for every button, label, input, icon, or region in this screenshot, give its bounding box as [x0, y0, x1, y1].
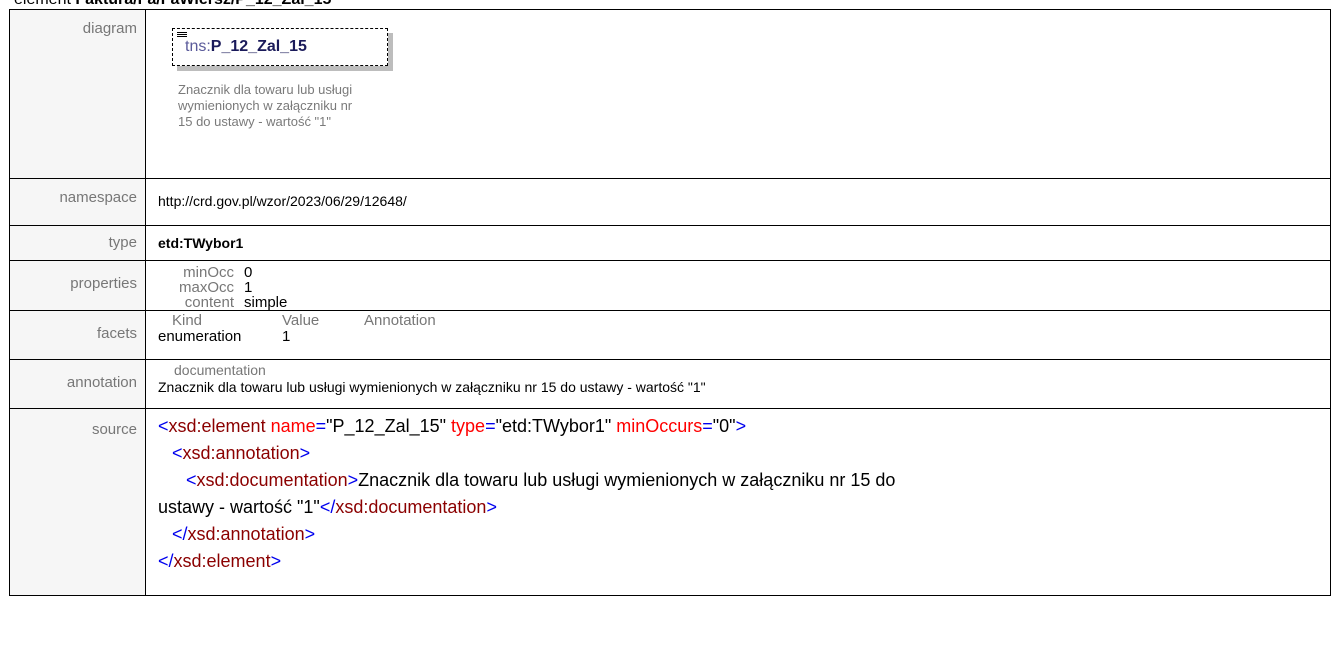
source-code: <xsd:element name="P_12_Zal_15" type="et… — [158, 409, 1330, 575]
type-value[interactable]: etd:TWybor1 — [158, 226, 1330, 251]
source-line: </xsd:element> — [158, 551, 282, 571]
row-properties: properties minOcc 0 maxOcc 1 content sim… — [9, 260, 1331, 311]
row-diagram: diagram tns:P_12_Zal_15 Znacznik dla tow… — [9, 9, 1331, 179]
row-facets: facets Kind Value Annotation enumeration 1 — [9, 310, 1331, 360]
source-line: <xsd:documentation>Znacznik dla towaru l… — [186, 470, 896, 490]
page-title: element Faktura/Fa/FaWiersz/P_12_Zal_15 — [14, 0, 331, 9]
source-line: </xsd:annotation> — [172, 524, 316, 544]
facets-row: enumeration 1 — [158, 329, 1330, 345]
label-facets: facets — [9, 310, 146, 360]
prop-max-value: 1 — [244, 279, 253, 296]
source-line: ustawy - wartość "1"</xsd:documentation> — [158, 497, 497, 517]
diagram-area: tns:P_12_Zal_15 Znacznik dla towaru lub … — [158, 10, 1330, 178]
row-annotation: annotation documentation Znacznik dla to… — [9, 359, 1331, 409]
source-line: <xsd:annotation> — [172, 443, 311, 463]
prop-content-label: content — [184, 294, 234, 311]
element-doc-table: diagram tns:P_12_Zal_15 Znacznik dla tow… — [9, 9, 1331, 596]
row-type: type etd:TWybor1 — [9, 225, 1331, 261]
facets-table: Kind Value Annotation enumeration 1 — [158, 311, 1330, 345]
element-box[interactable]: tns:P_12_Zal_15 — [172, 28, 388, 66]
label-properties: properties — [9, 260, 146, 311]
element-prefix: tns: — [185, 38, 211, 55]
prop-content-value: simple — [244, 294, 288, 311]
label-diagram: diagram — [9, 9, 146, 179]
diagram-desc-line: wymienionych w załączniku nr — [178, 98, 353, 113]
diagram-desc-line: 15 do ustawy - wartość "1" — [178, 114, 332, 129]
properties-grid: minOcc 0 maxOcc 1 content simple — [158, 261, 1330, 310]
annotation-block: documentation Znacznik dla towaru lub us… — [158, 360, 1330, 396]
source-line: <xsd:element name="P_12_Zal_15" type="et… — [158, 416, 747, 436]
prop-max-label: maxOcc — [178, 279, 234, 296]
row-source: source <xsd:element name="P_12_Zal_15" t… — [9, 408, 1331, 596]
facets-header-value: Value — [282, 312, 320, 329]
namespace-value: http://crd.gov.pl/wzor/2023/06/29/12648/ — [158, 193, 407, 209]
diagram-description: Znacznik dla towaru lub usługi wymienion… — [178, 82, 408, 130]
label-annotation: annotation — [9, 359, 146, 409]
label-source: source — [9, 408, 146, 596]
element-name: P_12_Zal_15 — [210, 38, 307, 55]
prop-min-value: 0 — [244, 264, 253, 281]
title-prefix: element — [14, 0, 71, 8]
facet-value: 1 — [282, 328, 291, 345]
facets-header-kind: Kind — [172, 312, 203, 329]
label-type: type — [9, 225, 146, 261]
title-path: Faktura/Fa/FaWiersz/P_12_Zal_15 — [75, 0, 331, 8]
diagram-desc-line: Znacznik dla towaru lub usługi — [178, 82, 353, 97]
facets-header-annotation: Annotation — [364, 312, 436, 329]
annotation-text: Znacznik dla towaru lub usługi wymienion… — [158, 379, 706, 395]
prop-min-label: minOcc — [183, 264, 234, 281]
annotation-doc-label: documentation — [174, 362, 266, 378]
label-namespace: namespace — [9, 178, 146, 226]
element-box-label: tns:P_12_Zal_15 — [185, 38, 307, 56]
facet-kind: enumeration — [158, 328, 242, 345]
facets-header: Kind Value Annotation — [158, 313, 1330, 329]
row-namespace: namespace http://crd.gov.pl/wzor/2023/06… — [9, 178, 1331, 226]
